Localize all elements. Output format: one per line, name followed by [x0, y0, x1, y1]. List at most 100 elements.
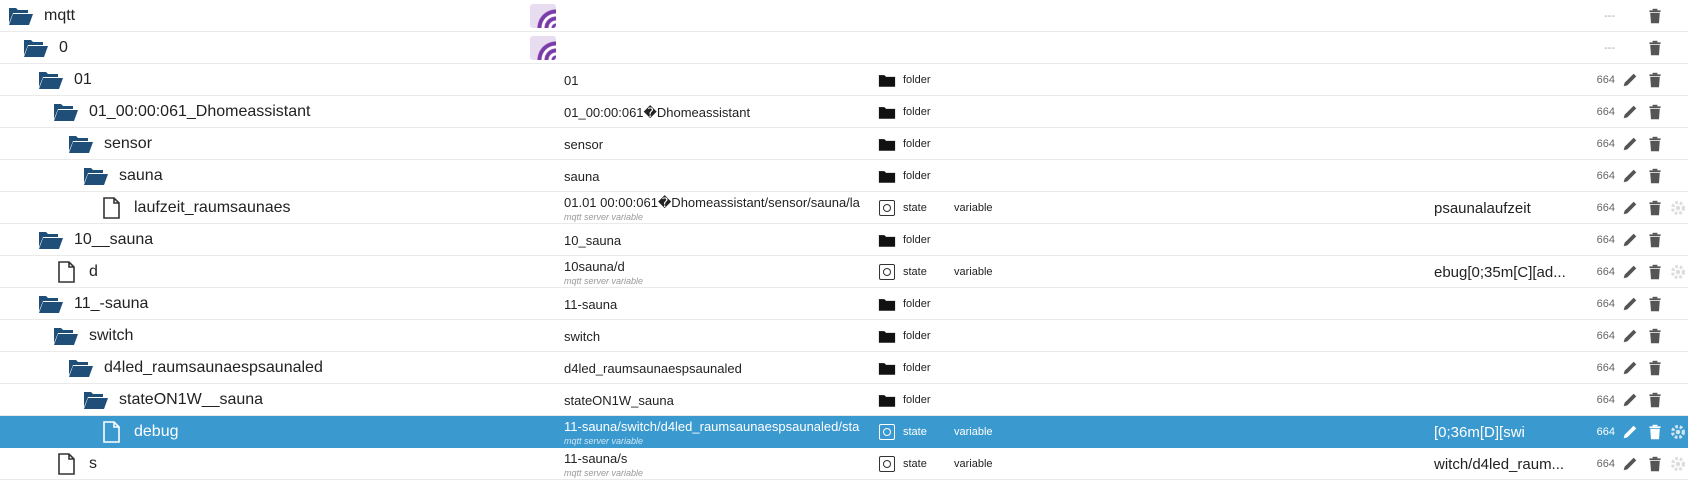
tree-cell[interactable]: 01_00:00:061_Dhomeassistant — [0, 96, 530, 128]
object-type: folder — [903, 106, 931, 118]
trash-icon — [1647, 103, 1663, 121]
delete-button[interactable] — [1643, 288, 1667, 320]
tree-cell[interactable]: sauna — [0, 160, 530, 192]
delete-button[interactable] — [1643, 32, 1667, 64]
delete-button[interactable] — [1643, 160, 1667, 192]
tree-row[interactable]: switch switch folder 664 — [0, 320, 1688, 352]
settings-button[interactable] — [1668, 256, 1688, 288]
edit-button[interactable] — [1618, 416, 1642, 448]
tree-row[interactable]: debug 11-sauna/switch/d4led_raumsaunaesps… — [0, 416, 1688, 448]
mqtt-logo-icon — [530, 4, 556, 28]
folder-icon — [878, 169, 896, 184]
pencil-icon — [1621, 391, 1639, 409]
object-value[interactable]: psaunalaufzeit — [1434, 192, 1584, 224]
gear-icon — [1669, 455, 1687, 473]
tree-cell[interactable]: debug — [0, 416, 530, 448]
delete-button[interactable] — [1643, 64, 1667, 96]
tree-row[interactable]: 0 --- — [0, 32, 1688, 64]
object-id-text: 11-sauna/s — [564, 450, 628, 466]
acl-value: 664 — [1596, 394, 1615, 406]
tree-cell[interactable]: 0 — [0, 32, 530, 64]
tree-row[interactable]: 01_00:00:061_Dhomeassistant 01_00:00:061�… — [0, 96, 1688, 128]
pencil-icon — [1621, 359, 1639, 377]
settings-button[interactable] — [1668, 416, 1688, 448]
edit-button[interactable] — [1618, 352, 1642, 384]
tree-cell[interactable]: switch — [0, 320, 530, 352]
edit-button[interactable] — [1618, 256, 1642, 288]
object-id: 11-sauna — [564, 288, 874, 320]
edit-button[interactable] — [1618, 384, 1642, 416]
tree-cell[interactable]: 10__sauna — [0, 224, 530, 256]
type-icon-cell — [876, 416, 898, 448]
tree-row[interactable]: 01 01 folder 664 — [0, 64, 1688, 96]
tree-cell[interactable]: sensor — [0, 128, 530, 160]
delete-button[interactable] — [1643, 0, 1667, 32]
tree-row[interactable]: laufzeit_raumsaunaes 01.01 00:00:061�Dhom… — [0, 192, 1688, 224]
tree-row[interactable]: mqtt --- — [0, 0, 1688, 32]
tree-row[interactable]: 11_-sauna 11-sauna folder 664 — [0, 288, 1688, 320]
tree-cell[interactable]: 01 — [0, 64, 530, 96]
object-id-text: 11-sauna/switch/d4led_raumsaunaespsaunal… — [564, 418, 860, 434]
object-value[interactable]: ebug[0;35m[C][ad... — [1434, 256, 1584, 288]
delete-button[interactable] — [1643, 256, 1667, 288]
folder-open-icon — [53, 101, 79, 123]
tree-cell[interactable]: stateON1W__sauna — [0, 384, 530, 416]
file-icon — [98, 197, 124, 219]
tree-label: s — [89, 455, 97, 472]
tree-row[interactable]: d4led_raumsaunaespsaunaled d4led_raumsaun… — [0, 352, 1688, 384]
tree-row[interactable]: sauna sauna folder 664 — [0, 160, 1688, 192]
edit-button[interactable] — [1618, 96, 1642, 128]
object-type: folder — [903, 394, 931, 406]
object-id: 11-sauna/s mqtt server variable — [564, 448, 874, 480]
delete-button[interactable] — [1643, 352, 1667, 384]
file-icon — [53, 261, 79, 283]
tree-cell[interactable]: d — [0, 256, 530, 288]
file-icon — [53, 453, 79, 475]
object-type: folder — [903, 138, 931, 150]
tree-cell[interactable]: s — [0, 448, 530, 480]
tree-row[interactable]: s 11-sauna/s mqtt server variable state vari… — [0, 448, 1688, 480]
type-icon-cell — [876, 256, 898, 288]
edit-button[interactable] — [1618, 224, 1642, 256]
edit-button[interactable] — [1618, 128, 1642, 160]
acl-value: --- — [1604, 10, 1615, 22]
object-value[interactable]: [0;36m[D][swi — [1434, 416, 1584, 448]
edit-button[interactable] — [1618, 64, 1642, 96]
edit-button[interactable] — [1618, 320, 1642, 352]
delete-button[interactable] — [1643, 416, 1667, 448]
delete-button[interactable] — [1643, 384, 1667, 416]
folder-icon — [878, 73, 896, 88]
tree-row[interactable]: d 10sauna/d mqtt server variable state varia… — [0, 256, 1688, 288]
tree-label: stateON1W__sauna — [119, 391, 264, 408]
object-id: stateON1W_sauna — [564, 384, 874, 416]
tree-row[interactable]: 10__sauna 10_sauna folder 664 — [0, 224, 1688, 256]
trash-icon — [1647, 295, 1663, 313]
acl-value: 664 — [1596, 170, 1615, 182]
tree-cell[interactable]: 11_-sauna — [0, 288, 530, 320]
delete-button[interactable] — [1643, 224, 1667, 256]
edit-button[interactable] — [1618, 192, 1642, 224]
object-description: mqtt server variable — [564, 211, 644, 222]
tree-cell[interactable]: laufzeit_raumsaunaes — [0, 192, 530, 224]
edit-button[interactable] — [1618, 448, 1642, 480]
edit-button[interactable] — [1618, 160, 1642, 192]
tree-cell[interactable]: d4led_raumsaunaespsaunaled — [0, 352, 530, 384]
delete-button[interactable] — [1643, 192, 1667, 224]
tree-cell[interactable]: mqtt — [0, 0, 530, 32]
settings-button[interactable] — [1668, 192, 1688, 224]
delete-button[interactable] — [1643, 96, 1667, 128]
delete-button[interactable] — [1643, 448, 1667, 480]
trash-icon — [1647, 167, 1663, 185]
delete-button[interactable] — [1643, 320, 1667, 352]
type-icon-cell — [876, 64, 898, 96]
pencil-icon — [1621, 327, 1639, 345]
object-type: folder — [903, 234, 931, 246]
edit-button[interactable] — [1618, 288, 1642, 320]
tree-row[interactable]: stateON1W__sauna stateON1W_sauna folder 664 — [0, 384, 1688, 416]
tree-label: laufzeit_raumsaunaes — [134, 199, 291, 216]
acl-value: 664 — [1596, 362, 1615, 374]
object-value[interactable]: witch/d4led_raum... — [1434, 448, 1584, 480]
tree-row[interactable]: sensor sensor folder 664 — [0, 128, 1688, 160]
settings-button[interactable] — [1668, 448, 1688, 480]
delete-button[interactable] — [1643, 128, 1667, 160]
